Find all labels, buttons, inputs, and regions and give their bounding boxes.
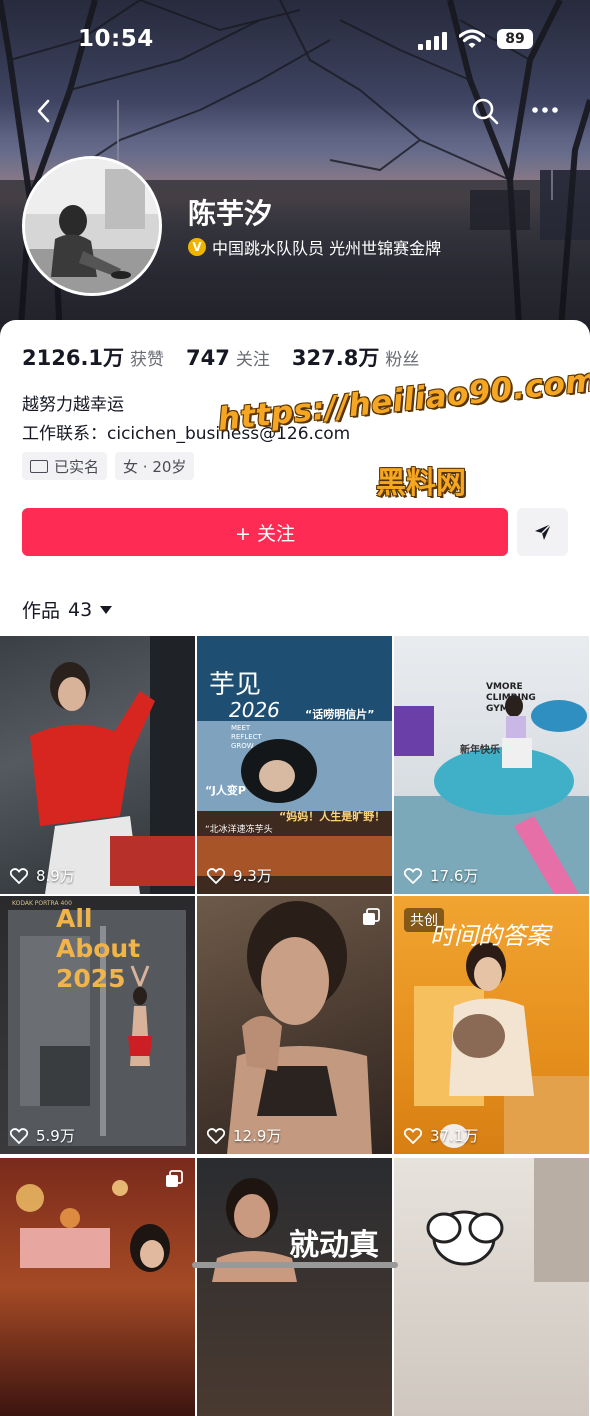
- stat-label: 关注: [235, 350, 270, 370]
- collage-caption: “J人变P: [205, 784, 246, 797]
- tag-label: 已实名: [54, 457, 100, 476]
- stat-value: 747: [186, 346, 230, 370]
- collage-caption: “妈妈！人生是旷野！: [279, 810, 386, 823]
- heart-icon: [207, 867, 225, 884]
- like-count: 17.6万: [404, 865, 478, 886]
- like-count: 5.9万: [10, 1125, 75, 1146]
- like-count-text: 12.9万: [233, 1127, 282, 1145]
- id-card-icon: [30, 459, 48, 473]
- stat-likes[interactable]: 2126.1万 获赞: [22, 342, 164, 372]
- multi-image-icon: [166, 1170, 183, 1187]
- profile-tags: 已实名 女 · 20岁: [22, 452, 202, 480]
- video-tile[interactable]: 8.9万: [0, 636, 195, 894]
- video-tile[interactable]: 就动真: [197, 1158, 392, 1416]
- follow-button[interactable]: + 关注: [22, 508, 508, 556]
- like-count-text: 17.6万: [430, 867, 479, 885]
- profile-name: 陈芋汐: [188, 197, 273, 230]
- thumbnail-image: [426, 1158, 589, 1282]
- collage-caption: “北冰洋速冻芋头: [205, 825, 273, 835]
- verification-row: V 中国跳水队队员 光州世锦赛金牌: [188, 236, 441, 258]
- video-tile[interactable]: VMORE CLIMBING GYM 新年快乐 17.6万: [394, 636, 589, 894]
- heart-icon: [10, 867, 28, 884]
- more-icon[interactable]: [530, 100, 560, 120]
- gender-age-tag: 女 · 20岁: [115, 452, 195, 480]
- send-icon: [534, 523, 552, 540]
- stats-row: 2126.1万 获赞 747 关注 327.8万 粉丝: [22, 342, 441, 372]
- like-count-text: 37.1万: [430, 1127, 479, 1145]
- verified-badge-icon: V: [188, 238, 206, 256]
- video-tile[interactable]: [394, 1158, 589, 1416]
- avatar-photo: [25, 159, 159, 293]
- share-button[interactable]: [517, 508, 568, 556]
- like-count: 8.9万: [10, 865, 75, 886]
- all-about-title: All About 2025: [56, 904, 141, 993]
- like-count-text: 8.9万: [36, 867, 75, 885]
- video-tile[interactable]: 芋见 2026 “话唠明信片” MEET REFLECT GROW “J人变P …: [197, 636, 392, 894]
- status-bar: 10:54 89: [0, 26, 590, 56]
- collage-title: 芋见: [209, 670, 262, 700]
- collage-caption: MEET REFLECT GROW: [231, 724, 262, 750]
- watermark-name: 黑料网: [376, 466, 466, 501]
- collage-caption: “话唠明信片”: [305, 708, 375, 721]
- video-tile[interactable]: 共创 时间的答案 37.1万: [394, 896, 589, 1154]
- heart-icon: [10, 1127, 28, 1144]
- thumbnail-image: [227, 901, 372, 1154]
- verification-text: 中国跳水队队员 光州世锦赛金牌: [212, 239, 442, 258]
- works-tab[interactable]: 作品 43: [22, 596, 113, 623]
- heart-icon: [404, 1127, 422, 1144]
- stat-followers[interactable]: 327.8万 粉丝: [292, 342, 419, 372]
- video-tile[interactable]: KODAK PORTRA 400 All About 2025 5.9万: [0, 896, 195, 1154]
- stat-following[interactable]: 747 关注: [186, 345, 270, 370]
- collage-year: 2026: [229, 698, 280, 722]
- thumbnail-image: [30, 636, 195, 894]
- stat-label: 粉丝: [385, 350, 420, 370]
- heart-icon: [404, 867, 422, 884]
- like-count-text: 5.9万: [36, 1127, 75, 1145]
- home-indicator[interactable]: [192, 1262, 398, 1268]
- verified-name-tag: 已实名: [22, 452, 108, 480]
- video-tile[interactable]: 12.9万: [197, 896, 392, 1154]
- video-title: 就动真: [289, 1228, 379, 1263]
- video-title: 时间的答案: [430, 922, 550, 950]
- bio-line: 越努力越幸运: [22, 395, 124, 415]
- works-count: 43: [68, 598, 93, 621]
- thumbnail-image: [394, 695, 589, 894]
- back-icon[interactable]: [32, 96, 56, 126]
- cellular-signal-icon: [418, 32, 447, 50]
- like-count-text: 9.3万: [233, 867, 272, 885]
- avatar[interactable]: [22, 156, 162, 296]
- video-tile[interactable]: [0, 1158, 195, 1416]
- stat-label: 获赞: [130, 350, 165, 370]
- heart-icon: [207, 1127, 225, 1144]
- wifi-icon: [459, 29, 485, 48]
- like-count: 37.1万: [404, 1125, 478, 1146]
- tag-label: 女 · 20岁: [123, 457, 187, 476]
- battery-indicator: 89: [497, 29, 533, 49]
- chevron-down-icon: [100, 605, 113, 614]
- greeting-text: 新年快乐: [460, 745, 500, 756]
- stat-value: 2126.1万: [22, 346, 125, 370]
- gym-sign: VMORE CLIMBING GYM: [486, 682, 536, 714]
- status-time: 10:54: [78, 26, 154, 52]
- multi-image-icon: [363, 908, 380, 925]
- like-count: 12.9万: [207, 1125, 281, 1146]
- like-count: 9.3万: [207, 865, 272, 886]
- video-grid: 8.9万 芋见 2026 “话唠明信片” MEET REFLECT GROW “…: [0, 636, 590, 1416]
- search-icon[interactable]: [470, 96, 500, 126]
- stat-value: 327.8万: [291, 346, 380, 370]
- works-label: 作品: [22, 600, 61, 622]
